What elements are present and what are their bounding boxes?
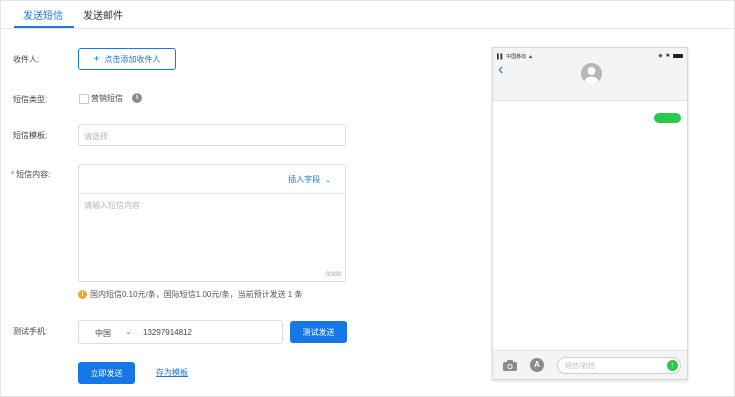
active-tab-indicator xyxy=(14,26,74,28)
template-select[interactable]: 请选择 xyxy=(78,124,346,146)
status-bar-left: ▌▌ 中国移动 ▲ xyxy=(497,53,534,61)
content-label: * 短信内容: xyxy=(11,169,50,180)
insert-field-label: 插入字段 xyxy=(288,175,321,184)
insert-field-dropdown[interactable]: 插入字段 ⌄ xyxy=(288,174,331,185)
warning-icon: ! xyxy=(78,290,87,299)
message-input[interactable]: 短信/彩信 ↑ xyxy=(557,357,681,374)
contact-avatar xyxy=(581,63,602,84)
message-input-placeholder: 短信/彩信 xyxy=(565,363,595,370)
template-select-placeholder: 请选择 xyxy=(84,132,108,141)
test-phone-field: 中国 ⌄ 13297914812 xyxy=(78,320,283,344)
send-now-button[interactable]: 立即发送 xyxy=(78,362,135,384)
content-editor-toolbar: 插入字段 ⌄ xyxy=(79,165,345,194)
content-editor: 插入字段 ⌄ 请输入短信内容 0/300 xyxy=(78,164,346,282)
required-asterisk: * xyxy=(11,170,15,179)
chevron-down-icon: ⌄ xyxy=(325,176,331,184)
tab-bar: 发送短信 发送邮件 xyxy=(1,1,734,29)
country-select[interactable]: 中国 xyxy=(95,328,111,339)
phone-preview: ▌▌ 中国移动 ▲ ◉ ✱ ‹ A 短信/彩信 ↑ xyxy=(492,47,688,380)
add-recipient-button[interactable]: + 点击添加收件人 xyxy=(78,48,176,70)
template-label: 短信模板: xyxy=(13,131,48,140)
app-store-icon[interactable]: A xyxy=(530,358,544,372)
save-as-template-link[interactable]: 存为模板 xyxy=(156,367,188,378)
phone-header: ▌▌ 中国移动 ▲ ◉ ✱ ‹ xyxy=(493,48,687,101)
content-textarea[interactable]: 请输入短信内容 0/300 xyxy=(79,194,345,281)
alarm-icon: ◉ xyxy=(658,53,663,59)
marketing-sms-checkbox[interactable] xyxy=(79,94,89,104)
status-bar-right: ◉ ✱ xyxy=(658,53,683,59)
tab-send-email[interactable]: 发送邮件 xyxy=(83,7,123,22)
back-chevron-icon[interactable]: ‹ xyxy=(498,62,503,78)
info-icon[interactable]: i xyxy=(132,93,142,103)
add-recipient-button-label: 点击添加收件人 xyxy=(104,54,161,64)
tab-send-sms[interactable]: 发送短信 xyxy=(23,7,63,22)
signal-icon: ▌▌ xyxy=(497,53,505,60)
phone-number-input[interactable]: 13297914812 xyxy=(143,328,192,337)
content-label-text: 短信内容: xyxy=(16,170,51,179)
bluetooth-icon: ✱ xyxy=(665,53,670,59)
pricing-notice-text: 国内短信0.10元/条，国际短信1.00元/条，当前预计发送 1 条 xyxy=(90,290,303,299)
wifi-icon: ▲ xyxy=(528,53,534,60)
content-placeholder: 请输入短信内容 xyxy=(84,201,140,210)
message-thread xyxy=(493,101,687,349)
test-send-button[interactable]: 测试发送 xyxy=(290,321,347,343)
sms-compose-page: 发送短信 发送邮件 收件人: + 点击添加收件人 短信类型: 营销短信 i 短信… xyxy=(0,0,735,397)
char-counter: 0/300 xyxy=(325,272,341,278)
send-arrow-icon[interactable]: ↑ xyxy=(667,360,678,371)
carrier-name: 中国移动 xyxy=(506,54,527,60)
message-compose-bar: A 短信/彩信 ↑ xyxy=(493,350,687,379)
chevron-down-icon[interactable]: ⌄ xyxy=(125,327,132,336)
camera-icon[interactable] xyxy=(503,360,517,371)
sent-message-bubble xyxy=(654,113,681,123)
test-phone-label: 测试手机: xyxy=(13,327,48,336)
battery-icon xyxy=(673,54,683,58)
marketing-sms-label[interactable]: 营销短信 xyxy=(91,93,123,104)
pricing-notice: ! 国内短信0.10元/条，国际短信1.00元/条，当前预计发送 1 条 xyxy=(78,289,302,300)
sms-type-label: 短信类型: xyxy=(13,95,48,104)
plus-icon: + xyxy=(93,53,100,65)
recipient-label: 收件人: xyxy=(13,55,40,64)
